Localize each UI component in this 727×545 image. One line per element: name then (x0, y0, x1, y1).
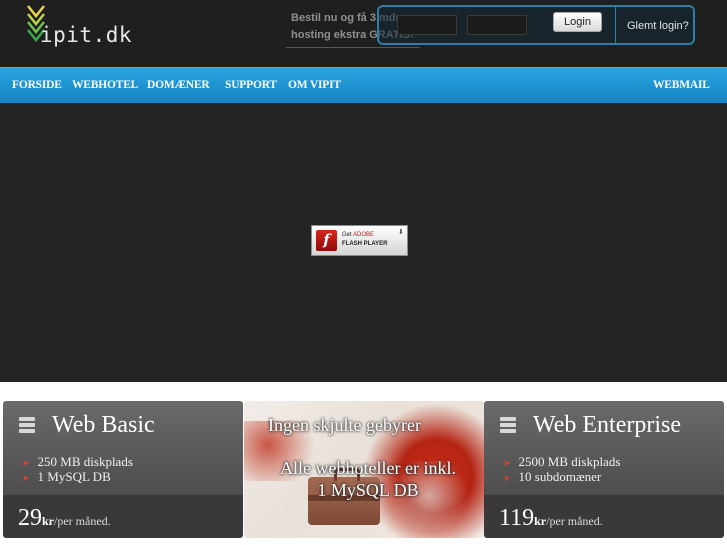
arrow-icon: ➤ (22, 473, 30, 483)
server-icon (19, 417, 35, 435)
flash-player-label: FLASH PLAYER (342, 241, 388, 247)
server-icon (500, 417, 516, 435)
vipit-logo[interactable]: ipit.dk (25, 4, 132, 47)
logo-text: ipit.dk (40, 23, 133, 47)
price-bar: 119kr/per måned. (484, 495, 724, 538)
card-title: Web Enterprise (533, 412, 682, 438)
price-bar: 29kr/per måned. (3, 495, 243, 538)
price: 119kr/per måned. (499, 505, 603, 531)
login-divider (615, 7, 616, 43)
nav-item-webhotel[interactable]: WEBHOTEL (72, 79, 138, 91)
pricing-section: Web Basic ➤ 250 MB diskplads ➤ 1 MySQL DB … (0, 382, 727, 545)
feature-item: ➤ 250 MB diskplads (22, 454, 133, 469)
flash-get-label: Get ADOBE (342, 232, 375, 238)
nav-item-om-vipit[interactable]: OM VIPIT (288, 79, 341, 91)
nav-item-support[interactable]: SUPPORT (225, 79, 277, 91)
login-panel: Login Glemt login? (377, 5, 695, 45)
nav-item-webmail[interactable]: WEBMAIL (653, 79, 710, 91)
price: 29kr/per måned. (18, 505, 111, 531)
arrow-icon: ➤ (503, 473, 511, 483)
arrow-icon: ➤ (503, 458, 511, 468)
card-header: Web Enterprise ➤ 2500 MB diskplads ➤ 10 su… (484, 401, 724, 495)
web-enterprise-card[interactable]: Web Enterprise ➤ 2500 MB diskplads ➤ 10 su… (484, 401, 724, 538)
arrow-icon: ➤ (22, 458, 30, 468)
site-header: ipit.dk Bestil nu og få 3 mdr. hosting e… (0, 0, 727, 67)
forgot-login-link[interactable]: Glemt login? (627, 20, 689, 32)
feature-item: ➤ 1 MySQL DB (22, 469, 111, 484)
nav-item-domaener[interactable]: DOMÆNER (147, 79, 210, 91)
username-input[interactable] (397, 15, 457, 35)
feature-item: ➤ 10 subdomæner (503, 469, 602, 484)
download-arrow-icon: ⬇ (398, 229, 404, 236)
flash-content-area: f Get ADOBE FLASH PLAYER ⬇ (0, 103, 727, 382)
get-flash-player-button[interactable]: f Get ADOBE FLASH PLAYER ⬇ (311, 225, 408, 256)
feature-item: ➤ 2500 MB diskplads (503, 454, 621, 469)
flash-player-icon: f (316, 230, 337, 251)
password-input[interactable] (467, 15, 527, 35)
login-button[interactable]: Login (553, 12, 602, 32)
card-title: Web Basic (52, 412, 155, 438)
no-hidden-fees-banner[interactable]: Ingen skjulte gebyrer Alle webhoteller e… (244, 401, 484, 538)
main-nav: FORSIDE WEBHOTEL DOMÆNER SUPPORT OM VIPI… (0, 67, 727, 103)
web-basic-card[interactable]: Web Basic ➤ 250 MB diskplads ➤ 1 MySQL DB … (3, 401, 243, 538)
promo-subtitle: Alle webhoteller er inkl. 1 MySQL DB (280, 458, 456, 500)
nav-item-forside[interactable]: FORSIDE (12, 79, 62, 91)
promo-title: Ingen skjulte gebyrer (268, 415, 421, 435)
card-header: Web Basic ➤ 250 MB diskplads ➤ 1 MySQL DB (3, 401, 243, 495)
